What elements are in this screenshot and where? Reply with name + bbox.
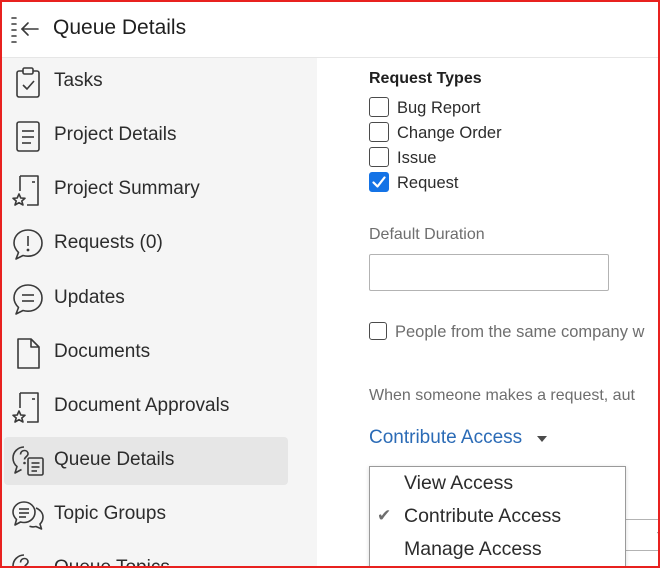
checkbox[interactable]: [369, 122, 389, 142]
checkbox-label: Bug Report: [397, 99, 481, 117]
access-level-picker[interactable]: Contribute Access: [369, 427, 547, 453]
checkbox[interactable]: [369, 147, 389, 167]
checkmark-icon: ✔: [377, 506, 392, 525]
page-title: Queue Details: [53, 16, 187, 39]
checkbox[interactable]: [369, 97, 389, 117]
sidebar-item-label: Requests (0): [54, 232, 163, 253]
checkbox-label: Request: [397, 174, 459, 192]
checkbox-label: Issue: [397, 149, 437, 167]
queue-topics-icon: [12, 554, 29, 566]
default-duration-input[interactable]: [369, 254, 609, 291]
access-level-label: Contribute Access: [369, 427, 523, 448]
sidebar-item-queue-details[interactable]: Queue Details: [4, 437, 288, 485]
sidebar-item-label: Document Approvals: [54, 395, 230, 416]
document-icon: [17, 338, 40, 369]
summary-star-icon: [12, 175, 39, 206]
tasks-clipboard-icon: [16, 67, 40, 98]
menu-item-contribute-access[interactable]: ✔ Contribute Access: [370, 500, 625, 533]
sidebar-item-label: Queue Details: [54, 449, 175, 470]
menu-item-manage-access[interactable]: Manage Access: [370, 533, 625, 566]
chevron-down-icon: [657, 532, 658, 534]
checkbox[interactable]: [369, 322, 387, 340]
sidebar-item-label: Documents: [54, 341, 151, 362]
menu-item-label: Contribute Access: [404, 505, 562, 527]
queue-details-form: Request Types Bug Report Change Order Is…: [317, 58, 658, 566]
sidebar-item-project-summary[interactable]: Project Summary: [4, 166, 288, 214]
sidebar-item-documents[interactable]: Documents: [4, 329, 288, 377]
page-header: Queue Details: [2, 2, 658, 58]
sidebar-item-label: Project Details: [54, 124, 177, 145]
request-types-heading: Request Types: [369, 70, 482, 87]
sidebar-item-queue-topics[interactable]: Queue Topics: [4, 545, 288, 568]
sidebar-item-label: Tasks: [54, 70, 103, 91]
access-level-menu: View Access ✔ Contribute Access Manage A…: [369, 466, 626, 566]
checkbox-checked[interactable]: [369, 172, 389, 192]
sidebar-item-label: Project Summary: [54, 178, 200, 199]
sidebar-item-project-details[interactable]: Project Details: [4, 112, 288, 160]
sidebar-item-label: Updates: [54, 287, 125, 308]
collapse-sidebar-button[interactable]: [10, 14, 42, 44]
queue-details-icon: [12, 446, 44, 476]
document-lines-icon: [16, 121, 40, 152]
alert-speech-bubble-icon: [13, 229, 43, 260]
sidebar-item-updates[interactable]: Updates: [4, 275, 288, 323]
auto-access-hint: When someone makes a request, aut: [369, 387, 635, 404]
window-frame: Queue Details Tasks Project Details Proj…: [0, 0, 660, 568]
menu-item-label: Manage Access: [404, 538, 542, 560]
sidebar-item-tasks[interactable]: Tasks: [4, 58, 288, 106]
sidebar-item-label: Topic Groups: [54, 503, 166, 524]
sidebar-item-label: Queue Topics: [54, 557, 170, 568]
default-duration-label: Default Duration: [369, 226, 485, 243]
sidebar: Tasks Project Details Project Summary Re…: [2, 58, 317, 568]
topic-groups-icon: [12, 501, 44, 530]
updates-speech-bubble-icon: [13, 284, 43, 315]
checkmark-icon: [372, 176, 386, 188]
sidebar-item-topic-groups[interactable]: Topic Groups: [4, 491, 288, 539]
checkbox-label: Change Order: [397, 124, 502, 142]
collapse-arrow-icon: [11, 17, 39, 43]
document-approval-star-icon: [12, 392, 39, 423]
sidebar-item-document-approvals[interactable]: Document Approvals: [4, 383, 288, 431]
checkbox-label: People from the same company w: [395, 323, 645, 341]
menu-item-label: View Access: [404, 472, 514, 494]
sidebar-item-requests[interactable]: Requests (0): [4, 220, 288, 268]
caret-down-icon: [536, 435, 547, 442]
menu-item-view-access[interactable]: View Access: [370, 467, 625, 500]
